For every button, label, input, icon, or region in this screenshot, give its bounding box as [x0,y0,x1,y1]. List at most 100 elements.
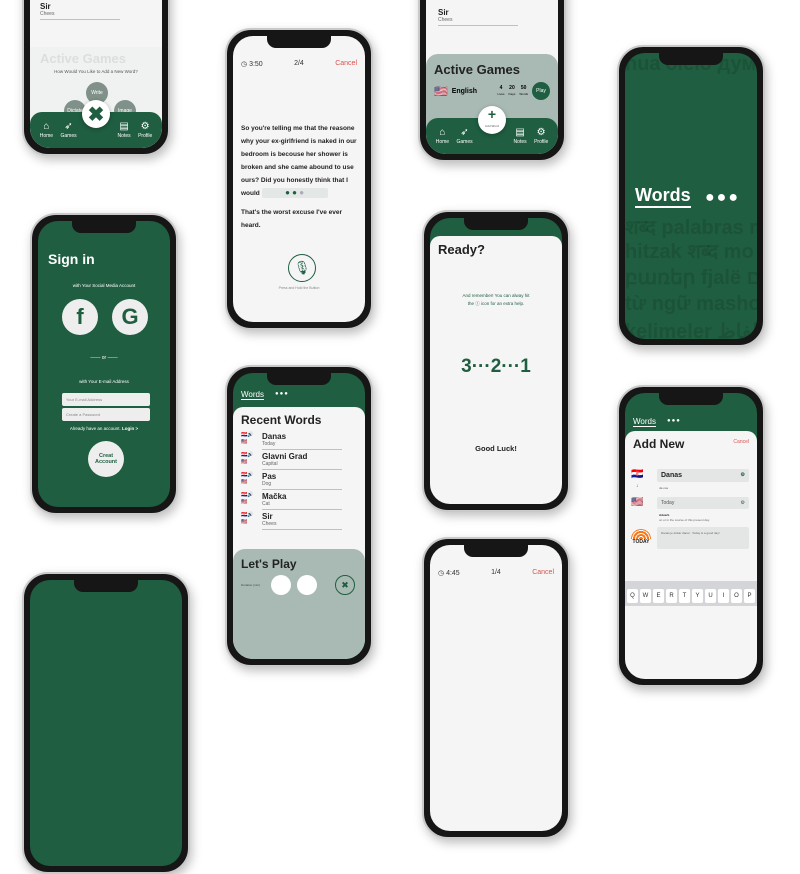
ready-panel: Ready? And remember! You can alway hit t… [430,236,562,504]
duration-option[interactable]: 10 [297,575,317,595]
bg-text: բառեր fjalë מילים [625,267,757,289]
tab-games[interactable]: ➶ Games [457,127,473,145]
more-icon[interactable]: ●●● [275,391,289,397]
microphone-icon: 🎙 [293,260,311,275]
key[interactable]: O [731,589,742,603]
screen [30,580,182,866]
tab-label: Home [39,133,54,139]
croatia-flag-icon: 🇭🇷 [631,469,644,480]
word-input[interactable]: Danas ⚙ [657,469,749,482]
tab-label: Notes [117,133,131,139]
good-luck-text: Good Luck! [475,444,517,453]
translation-text: Cat [262,501,342,510]
gear-icon: ⚙ [140,121,150,132]
close-x-icon: ✖ [341,579,349,590]
stat: 4 Lives [498,85,505,97]
tab-label: Profile [138,133,153,139]
tab-notes[interactable]: ▤ Notes [118,121,131,139]
rocket-icon: ➶ [460,127,469,138]
notch [464,545,528,557]
word-text: Pas [262,472,277,481]
add-word-button[interactable]: + Add Word [478,106,506,134]
example-input[interactable]: Danas je dobar dana! , Today is a good d… [657,527,749,549]
or-divider: —— or —— [90,355,118,361]
tab-profile[interactable]: ⚙ Profile [138,121,152,139]
close-button[interactable]: ✖ [335,575,355,595]
stat-value: 20 [509,85,515,91]
dots-icon: ●●● [705,189,740,206]
tab-games[interactable]: ➶ Games [61,121,77,139]
home-icon: ⌂ [439,127,446,138]
gear-icon: ⚙ [536,127,546,138]
google-login-button[interactable]: G [112,299,148,335]
phone-game: ◷ 3:50 2/4 Cancel So you're telling me t… [225,28,373,330]
list-item[interactable]: 🇭🇷🔊 🇺🇸 Danas Today [241,432,357,450]
tab-label: Add Word [484,124,500,128]
tab-notes[interactable]: ▤ Notes [514,127,527,145]
flags-icon: 🇭🇷🔊 🇺🇸 [241,432,254,445]
key[interactable]: W [640,589,651,603]
email-input[interactable]: Your E-mail Address [62,393,150,406]
list-item[interactable]: 🇭🇷🔊 🇺🇸 Pas Dog [241,472,357,490]
mic-button[interactable]: 🎙 [288,254,316,282]
key[interactable]: U [705,589,716,603]
create-account-button[interactable]: Creat Account [88,441,124,477]
phone-ready: Ready? And remember! You can alway hit t… [422,210,570,512]
previous-word: Sir Chees [438,8,518,26]
answer-blank[interactable]: ● ● ● [261,188,328,199]
flags-icon: 🇭🇷🔊 🇺🇸 [241,452,254,465]
screen: Words ●●● Recent Words 🇭🇷🔊 🇺🇸 Danas Today 🇭🇷… [233,373,365,659]
today-logo-icon [631,529,651,539]
notes-icon: ▤ [119,121,129,132]
duration-option[interactable]: 5 [271,575,291,595]
phone-game-2: ◷ 4:45 1/4 Cancel [422,537,570,839]
key[interactable]: Q [627,589,638,603]
key[interactable]: E [653,589,664,603]
google-icon: G [121,304,139,329]
password-input[interactable]: Create a Password [62,408,150,421]
word-text: Sir [262,512,273,521]
phone-sign-in: Sign in with Your Social Media Account f… [30,213,178,515]
key[interactable]: Y [692,589,703,603]
key[interactable]: T [679,589,690,603]
add-prompt: How Would You Like to Add a New Word? [54,69,138,74]
facebook-login-button[interactable]: f [62,299,98,335]
cancel-button[interactable]: Cancel [733,439,749,445]
us-flag-icon: 🇺🇸 [434,85,448,98]
play-button[interactable]: Play [532,82,550,100]
cancel-button[interactable]: Cancel [335,60,357,68]
translation-text: Chees [40,11,120,20]
app-logo-title: Words [635,185,691,208]
tab-label: Games [60,133,77,139]
bg-text: hitzak शब्द mo [625,241,754,263]
phone-recent-words: Words ●●● Recent Words 🇭🇷🔊 🇺🇸 Danas Today 🇭🇷… [225,365,373,667]
timer-text: 4:45 [446,570,460,577]
translation-input[interactable]: Today ⚙ [657,497,749,509]
tab-home[interactable]: ⌂ Home [40,121,53,139]
translation-text: Dog [262,481,342,490]
phone-partial [22,572,190,874]
login-link[interactable]: Login > [122,426,138,431]
key[interactable]: I [718,589,729,603]
header-title: Words [633,417,656,427]
tab-profile[interactable]: ⚙ Profile [534,127,548,145]
list-item[interactable]: 🇭🇷🔊 🇺🇸 Mačka Cat [241,492,357,510]
flags-icon: 🇭🇷🔊 🇺🇸 [241,512,254,525]
stat: 50 Words [519,85,528,97]
bg-text: từ ngữ mashok [625,293,757,315]
tab-home[interactable]: ⌂ Home [436,127,449,145]
email-label: with Your E-mail Address [79,379,129,384]
translation-value: Today [661,500,675,506]
list-item[interactable]: 🇭🇷🔊 🇺🇸 Glavni Grad Capital [241,452,357,470]
game-row[interactable]: 🇺🇸 English 4 Lives 20 Days 50 Words Play [434,82,550,100]
key[interactable]: R [666,589,677,603]
list-item[interactable]: 🇭🇷🔊 🇺🇸 Sir Chees [241,512,357,530]
cancel-button[interactable]: Cancel [532,569,554,577]
word-image[interactable]: TODAY [629,529,653,545]
close-menu-button[interactable]: ✖ [82,100,110,128]
have-account-text: Already have an account. [69,426,121,431]
key[interactable]: P [744,589,755,603]
screen: Words ●●● Add New Cancel 🇭🇷 Danas ⚙ da-na… [625,393,757,679]
stat-value: 50 [520,85,527,91]
more-icon[interactable]: ●●● [667,418,681,424]
